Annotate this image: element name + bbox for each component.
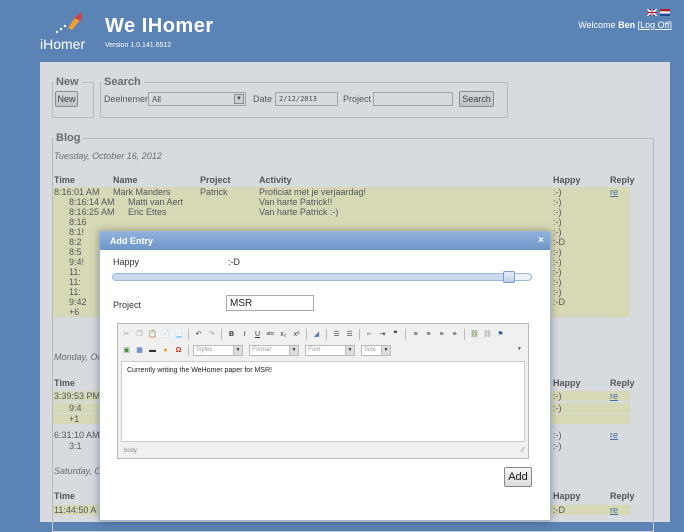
app-header: iHomer We IHomer Version 1.0.141.6512 We… xyxy=(0,0,684,62)
english-flag-icon[interactable] xyxy=(647,9,657,16)
close-icon[interactable]: × xyxy=(538,235,544,246)
editor-element-path: body xyxy=(124,448,138,454)
special-char-icon[interactable]: Ω xyxy=(173,345,184,356)
size-combo-label: Size xyxy=(364,347,376,353)
blockquote-icon[interactable]: ❞ xyxy=(390,329,401,340)
ihomer-logo[interactable]: iHomer xyxy=(40,12,94,52)
outdent-icon[interactable]: ⇤ xyxy=(364,329,375,340)
dutch-flag-icon[interactable] xyxy=(660,9,670,16)
project-input[interactable]: MSR xyxy=(226,295,314,311)
editor-toolbar-row1: ✂ ❐ 📋 📄 📃 ↶ ↷ B I U abc x₂ x² ◢ ☰ ☰ ⇤ ⇥ … xyxy=(121,327,506,341)
styles-combo-label: Styles xyxy=(196,347,213,353)
align-left-icon[interactable]: ≡ xyxy=(410,329,421,340)
chevron-down-icon[interactable]: ▼ xyxy=(381,345,390,355)
smiley-icon[interactable]: ● xyxy=(160,345,171,356)
remove-format-icon[interactable]: ◢ xyxy=(311,329,322,340)
bulleted-list-icon[interactable]: ☰ xyxy=(344,329,355,340)
user-name: Ben xyxy=(618,20,636,30)
styles-combo[interactable]: Styles ▼ xyxy=(193,344,243,356)
logo-mark-icon xyxy=(55,12,82,34)
chevron-down-icon[interactable]: ▼ xyxy=(345,345,354,355)
dialog-title-bar[interactable]: Add Entry × xyxy=(100,232,550,250)
redo-icon[interactable]: ↷ xyxy=(206,329,217,340)
add-entry-dialog: Add Entry × Happy :-D Project MSR ✂ ❐ 📋 … xyxy=(99,231,551,521)
font-combo[interactable]: Font ▼ xyxy=(305,344,355,356)
format-combo-label: Format xyxy=(252,347,272,353)
logoff-link[interactable]: Log Off xyxy=(640,20,669,30)
app-title: We IHomer xyxy=(105,15,214,37)
paste-text-icon[interactable]: 📄 xyxy=(160,329,171,340)
project-label: Project xyxy=(113,300,142,310)
format-combo[interactable]: Format ▼ xyxy=(249,344,299,356)
happy-slider-handle[interactable] xyxy=(503,271,515,283)
toolbar-collapse-icon[interactable]: ▼ xyxy=(517,346,522,352)
dialog-title: Add Entry xyxy=(110,236,154,246)
numbered-list-icon[interactable]: ☰ xyxy=(331,329,342,340)
subscript-icon[interactable]: x₂ xyxy=(278,329,289,340)
indent-icon[interactable]: ⇥ xyxy=(377,329,388,340)
underline-icon[interactable]: U xyxy=(252,329,263,340)
welcome-label: Welcome xyxy=(578,20,616,30)
editor-content[interactable]: Currently writing the WeHomer paper for … xyxy=(121,361,525,442)
link-icon[interactable]: ⛓ xyxy=(469,329,480,340)
paste-icon[interactable]: 📋 xyxy=(147,329,158,340)
superscript-icon[interactable]: x² xyxy=(291,329,302,340)
undo-icon[interactable]: ↶ xyxy=(193,329,204,340)
cut-icon[interactable]: ✂ xyxy=(121,329,132,340)
italic-icon[interactable]: I xyxy=(239,329,250,340)
align-right-icon[interactable]: ≡ xyxy=(436,329,447,340)
logoff-bracket-close: ] xyxy=(669,20,672,30)
table-icon[interactable]: ▦ xyxy=(134,345,145,356)
bold-icon[interactable]: B xyxy=(226,329,237,340)
logo-text: iHomer xyxy=(40,36,86,52)
welcome-message: Welcome Ben [Log Off] xyxy=(578,20,672,30)
copy-icon[interactable]: ❐ xyxy=(134,329,145,340)
rich-text-editor: ✂ ❐ 📋 📄 📃 ↶ ↷ B I U abc x₂ x² ◢ ☰ ☰ ⇤ ⇥ … xyxy=(117,323,529,459)
happy-slider[interactable] xyxy=(112,271,532,283)
anchor-flag-icon[interactable]: ⚑ xyxy=(495,329,506,340)
resize-grip-icon[interactable]: ⁄⁄ xyxy=(522,447,524,454)
add-button[interactable]: Add xyxy=(504,467,532,487)
size-combo[interactable]: Size ▼ xyxy=(361,344,391,356)
happy-value: :-D xyxy=(228,257,240,267)
strikethrough-icon[interactable]: abc xyxy=(265,329,276,340)
editor-toolbar-row2: ▣ ▦ ▬ ● Ω Styles ▼ Format ▼ Font ▼ Size ▼ xyxy=(121,343,391,357)
chevron-down-icon[interactable]: ▼ xyxy=(289,345,298,355)
align-center-icon[interactable]: ≡ xyxy=(423,329,434,340)
paste-word-icon[interactable]: 📃 xyxy=(173,329,184,340)
happy-label: Happy xyxy=(113,257,140,267)
image-icon[interactable]: ▣ xyxy=(121,345,132,356)
language-flags xyxy=(647,9,670,16)
app-version: Version 1.0.141.6512 xyxy=(105,42,172,49)
happy-slider-fill xyxy=(113,274,509,280)
font-combo-label: Font xyxy=(308,347,321,353)
chevron-down-icon[interactable]: ▼ xyxy=(233,345,242,355)
unlink-icon[interactable]: ⛓ xyxy=(482,329,493,340)
align-justify-icon[interactable]: ≡ xyxy=(449,329,460,340)
horizontal-rule-icon[interactable]: ▬ xyxy=(147,345,158,356)
